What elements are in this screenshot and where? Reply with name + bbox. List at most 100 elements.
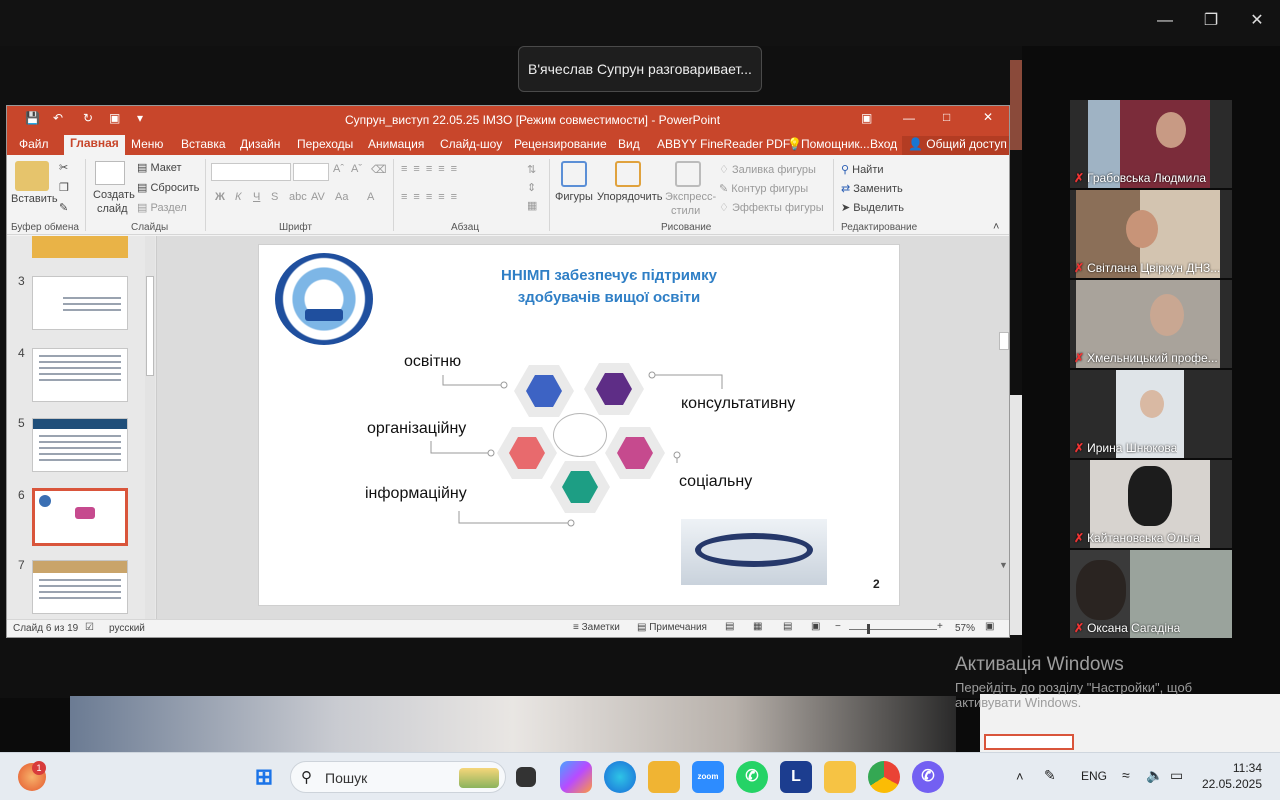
quick-styles-label-1[interactable]: Экспресс- bbox=[665, 191, 716, 203]
tab-animation[interactable]: Анимация bbox=[368, 136, 424, 155]
new-slide-icon[interactable] bbox=[95, 161, 125, 185]
grow-font-icon[interactable]: Aˆ bbox=[333, 163, 344, 175]
battery-icon[interactable]: ▭ bbox=[1170, 767, 1183, 784]
zoom-slider-thumb[interactable] bbox=[867, 624, 870, 634]
zoom-level[interactable]: 57% bbox=[955, 623, 975, 634]
slide-thumbnail-7[interactable] bbox=[32, 560, 128, 614]
customize-qat-icon[interactable]: ▾ bbox=[137, 111, 143, 125]
whatsapp-icon[interactable]: ✆ bbox=[736, 761, 768, 793]
ribbon-display-icon[interactable]: ▣ bbox=[861, 111, 872, 125]
slide-thumbnail-2[interactable] bbox=[32, 236, 128, 258]
participant-tile[interactable]: ✗ Оксана Сагадіна bbox=[1070, 550, 1232, 638]
language-indicator[interactable]: ENG bbox=[1081, 769, 1107, 783]
shrink-font-icon[interactable]: Aˇ bbox=[351, 163, 362, 175]
redo-icon[interactable]: ↻ bbox=[83, 111, 93, 125]
ppt-minimize-icon[interactable]: — bbox=[903, 111, 915, 125]
slideshow-view-icon[interactable]: ▣ bbox=[811, 621, 820, 632]
participant-tile[interactable]: ✗ Хмельницький профе... bbox=[1070, 280, 1232, 368]
file-explorer-icon[interactable] bbox=[824, 761, 856, 793]
viber-icon[interactable]: ✆ bbox=[912, 761, 944, 793]
tab-slideshow[interactable]: Слайд-шоу bbox=[440, 136, 502, 155]
chrome-icon[interactable] bbox=[868, 761, 900, 793]
new-slide-label-1[interactable]: Создать bbox=[93, 189, 135, 201]
smartart-icon[interactable]: ▦ bbox=[527, 199, 537, 212]
start-icon[interactable]: ⊞ bbox=[248, 761, 280, 793]
task-view-icon[interactable] bbox=[516, 767, 536, 787]
share-button[interactable]: 👤 Общий доступ bbox=[902, 136, 1009, 155]
font-color-icon[interactable]: A bbox=[367, 191, 374, 203]
shadow-icon[interactable]: S bbox=[271, 191, 278, 203]
font-size-input[interactable] bbox=[293, 163, 329, 181]
wifi-icon[interactable]: ≈ bbox=[1122, 767, 1130, 783]
normal-view-icon[interactable]: ▤ bbox=[725, 621, 734, 632]
restore-icon[interactable]: ❐ bbox=[1196, 10, 1226, 32]
text-direction-icon[interactable]: ⇅ bbox=[527, 163, 536, 176]
case-icon[interactable]: Aa bbox=[335, 191, 348, 203]
tab-tell-me[interactable]: Помощник... bbox=[801, 136, 870, 155]
l-app-icon[interactable]: L bbox=[780, 761, 812, 793]
zoom-slider[interactable] bbox=[849, 629, 937, 630]
copy-icon[interactable]: ❐ bbox=[59, 181, 69, 194]
slide-thumbnail-3[interactable] bbox=[32, 276, 128, 330]
taskbar-search[interactable]: ⚲ Пошук bbox=[290, 761, 506, 793]
zoom-out-icon[interactable]: − bbox=[835, 621, 841, 632]
bold-icon[interactable]: Ж bbox=[215, 191, 225, 203]
slide-scroll-thumb[interactable] bbox=[999, 332, 1009, 350]
participant-tile[interactable]: ✗ Ирина Шнюкова bbox=[1070, 370, 1232, 458]
quick-styles-label-2[interactable]: стили bbox=[671, 205, 700, 217]
section-button[interactable]: ▤ Раздел bbox=[137, 201, 187, 214]
tab-design[interactable]: Дизайн bbox=[240, 136, 280, 155]
notes-button[interactable]: ≡ Заметки bbox=[573, 622, 620, 633]
tell-me-icon[interactable]: 💡 bbox=[787, 136, 802, 155]
shape-effects-button[interactable]: ♢ Эффекты фигуры bbox=[719, 201, 824, 214]
slide-thumbnail-4[interactable] bbox=[32, 348, 128, 402]
align-text-icon[interactable]: ⇕ bbox=[527, 181, 536, 194]
strikethrough-icon[interactable]: abc bbox=[289, 191, 307, 203]
paste-icon[interactable] bbox=[15, 161, 49, 191]
thumbnail-scroll-thumb[interactable] bbox=[146, 276, 154, 376]
tab-abbyy[interactable]: ABBYY FineReader PDF bbox=[657, 136, 790, 155]
slideshow-quick-icon[interactable]: ▣ bbox=[109, 111, 120, 125]
layout-button[interactable]: ▤ Макет bbox=[137, 161, 182, 174]
slide-thumbnail-6[interactable] bbox=[32, 488, 128, 546]
show-hidden-icons[interactable]: ˄ bbox=[1016, 769, 1024, 784]
align-icons[interactable]: ≡≡≡≡≡ bbox=[401, 191, 463, 203]
paste-label[interactable]: Вставить bbox=[11, 193, 58, 205]
ppt-maximize-icon[interactable]: □ bbox=[943, 110, 950, 124]
cut-icon[interactable]: ✂ bbox=[59, 161, 68, 174]
tab-menu[interactable]: Меню bbox=[131, 136, 163, 155]
tab-insert[interactable]: Вставка bbox=[181, 136, 226, 155]
spacing-icon[interactable]: AV bbox=[311, 191, 325, 203]
minimize-icon[interactable]: — bbox=[1150, 10, 1180, 32]
shapes-label[interactable]: Фигуры bbox=[555, 191, 593, 203]
select-button[interactable]: ➤ Выделить bbox=[841, 201, 904, 214]
volume-icon[interactable]: 🔈 bbox=[1146, 767, 1163, 784]
quick-styles-icon[interactable] bbox=[675, 161, 701, 187]
comments-button[interactable]: ▤ Примечания bbox=[637, 622, 707, 633]
italic-icon[interactable]: К bbox=[235, 191, 241, 203]
tab-transitions[interactable]: Переходы bbox=[297, 136, 353, 155]
shape-fill-button[interactable]: ♢ Заливка фигуры bbox=[719, 163, 816, 176]
zoom-in-icon[interactable]: + bbox=[937, 621, 943, 632]
participant-tile[interactable]: ✗ Кайтановська Ольга bbox=[1070, 460, 1232, 548]
arrange-icon[interactable] bbox=[615, 161, 641, 187]
tab-home[interactable]: Главная bbox=[64, 135, 125, 155]
font-name-input[interactable] bbox=[211, 163, 291, 181]
zoom-app-icon[interactable]: zoom bbox=[692, 761, 724, 793]
scroll-down-icon[interactable]: ▼ bbox=[999, 560, 1008, 570]
input-method-icon[interactable]: ✎ bbox=[1044, 767, 1056, 784]
format-painter-icon[interactable]: ✎ bbox=[59, 201, 68, 214]
spellcheck-icon[interactable]: ☑ bbox=[85, 622, 94, 633]
shape-outline-button[interactable]: ✎ Контур фигуры bbox=[719, 182, 808, 195]
shapes-icon[interactable] bbox=[561, 161, 587, 187]
slide-thumbnail-5[interactable] bbox=[32, 418, 128, 472]
thumbnail-scrollbar[interactable] bbox=[145, 236, 155, 619]
ppt-close-icon[interactable]: ✕ bbox=[983, 110, 993, 124]
participant-tile[interactable]: ✗ Світлана Цвіркун ДНЗ... bbox=[1070, 190, 1232, 278]
tab-view[interactable]: Вид bbox=[618, 136, 640, 155]
edge-icon[interactable] bbox=[604, 761, 636, 793]
sorter-view-icon[interactable]: ▦ bbox=[753, 621, 762, 632]
tab-review[interactable]: Рецензирование bbox=[514, 136, 607, 155]
language-indicator[interactable]: русский bbox=[109, 623, 145, 634]
clear-format-icon[interactable]: ⌫ bbox=[371, 163, 387, 176]
